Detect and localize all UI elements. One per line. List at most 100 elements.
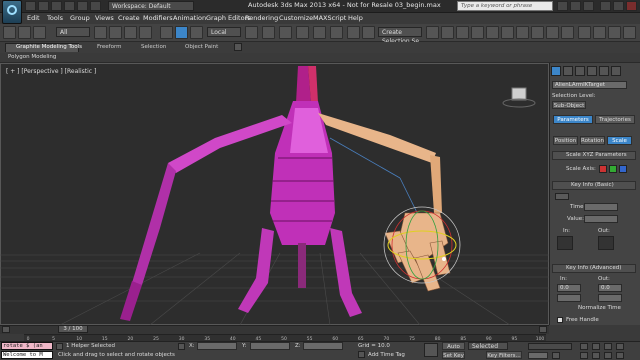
pan-icon[interactable] <box>592 352 600 359</box>
selection-filter-dropdown[interactable]: All <box>56 27 90 37</box>
object-name-field[interactable]: AlienLArmIKTarget <box>552 81 627 89</box>
time-config-icon[interactable] <box>552 352 560 359</box>
motion-panel-icon[interactable] <box>587 66 597 76</box>
manipulate-icon[interactable] <box>262 26 275 39</box>
spinner-snap-icon[interactable] <box>347 26 360 39</box>
menu-views[interactable]: Views <box>95 14 114 22</box>
in-tangent-icon[interactable] <box>557 236 573 250</box>
menu-animation[interactable]: Animation <box>173 14 206 22</box>
scale-axis-y-button[interactable] <box>609 165 617 173</box>
curve-editor-icon[interactable] <box>486 26 499 39</box>
polygon-modeling-label[interactable]: Polygon Modeling <box>8 54 56 60</box>
menu-maxscript[interactable]: MAXScript <box>313 14 346 22</box>
orbit-icon[interactable] <box>604 352 612 359</box>
reference-coordinate-dropdown[interactable]: Local <box>207 27 241 37</box>
open-file-icon[interactable] <box>38 1 49 11</box>
position-button[interactable]: Position <box>553 136 578 145</box>
graphite-toggle-icon[interactable] <box>471 26 484 39</box>
menu-help[interactable]: Help <box>348 14 363 22</box>
menu-rendering[interactable]: Rendering <box>245 14 278 22</box>
y-coord-field[interactable] <box>250 342 290 350</box>
scale-button[interactable]: Scale <box>607 136 632 145</box>
minimize-button[interactable] <box>600 1 611 11</box>
render-production-icon[interactable] <box>561 26 574 39</box>
favorites-icon[interactable] <box>583 1 594 11</box>
view-cube-icon[interactable] <box>511 87 527 101</box>
search-icon[interactable] <box>557 1 568 11</box>
time-slider-thumb[interactable]: 3 / 100 <box>58 325 88 333</box>
region-select-icon[interactable] <box>124 26 137 39</box>
project-folder-icon[interactable] <box>90 1 101 11</box>
menu-customize[interactable]: Customize <box>279 14 313 22</box>
free-handle-checkbox[interactable] <box>557 317 563 323</box>
utilities-panel-icon[interactable] <box>611 66 621 76</box>
adv-out-field-1[interactable]: 0.0 <box>598 284 622 292</box>
maximize-viewport-icon[interactable] <box>616 352 624 359</box>
scale-axis-x-button[interactable] <box>599 165 607 173</box>
rotation-button[interactable]: Rotation <box>580 136 605 145</box>
pivot-center-icon[interactable] <box>245 26 258 39</box>
undo-tool-icon[interactable] <box>3 26 16 39</box>
zoom-icon[interactable] <box>580 343 588 350</box>
create-panel-icon[interactable] <box>551 66 561 76</box>
select-move-icon[interactable] <box>160 26 173 39</box>
named-selection-dropdown[interactable]: Create Selection Se <box>378 27 422 45</box>
app-logo-icon[interactable] <box>2 0 22 24</box>
normalize-time-button[interactable]: Normalize Time <box>578 305 621 311</box>
auto-key-button[interactable]: Auto Key <box>442 342 465 358</box>
zoom-extents-icon[interactable] <box>604 343 612 350</box>
extra-tool-2-icon[interactable] <box>593 26 606 39</box>
render-setup-icon[interactable] <box>531 26 544 39</box>
percent-snap-icon[interactable] <box>330 26 343 39</box>
save-file-icon[interactable] <box>51 1 62 11</box>
maxscript-output[interactable]: Welcome to M <box>1 351 53 359</box>
playback-controls[interactable] <box>528 343 572 350</box>
maxscript-listener-input[interactable]: rotate $ (an <box>1 342 53 350</box>
adv-in-field-2[interactable] <box>557 294 581 302</box>
angle-snap-icon[interactable] <box>313 26 326 39</box>
field-of-view-icon[interactable] <box>580 352 588 359</box>
out-tangent-icon[interactable] <box>598 236 614 250</box>
help-icon[interactable] <box>570 1 581 11</box>
set-key-button[interactable]: Set Key <box>442 351 465 359</box>
align-icon[interactable] <box>441 26 454 39</box>
ribbon-options-icon[interactable] <box>234 43 242 51</box>
tab-freeform[interactable]: Freeform <box>97 43 122 52</box>
window-crossing-icon[interactable] <box>139 26 152 39</box>
zoom-all-icon[interactable] <box>592 343 600 350</box>
z-coord-field[interactable] <box>303 342 343 350</box>
schematic-view-icon[interactable] <box>501 26 514 39</box>
workspace-dropdown[interactable]: Workspace: Default <box>108 1 194 11</box>
menu-create[interactable]: Create <box>118 14 140 22</box>
snaps-toggle-icon[interactable] <box>296 26 309 39</box>
scale-axis-z-button[interactable] <box>619 165 627 173</box>
redo-tool-icon[interactable] <box>18 26 31 39</box>
adv-out-field-2[interactable] <box>598 294 622 302</box>
menu-graph-editors[interactable]: Graph Editors <box>206 14 251 22</box>
trajectories-button[interactable]: Trajectories <box>595 115 635 124</box>
x-coord-field[interactable] <box>197 342 237 350</box>
menu-group[interactable]: Group <box>70 14 90 22</box>
time-tag-icon[interactable] <box>358 351 365 358</box>
material-editor-icon[interactable] <box>516 26 529 39</box>
tab-graphite-modeling-tools[interactable]: Graphite Modeling Tools <box>16 43 82 52</box>
next-frame-icon[interactable] <box>539 326 547 333</box>
zoom-extents-all-icon[interactable] <box>616 343 624 350</box>
tab-selection[interactable]: Selection <box>141 43 166 52</box>
keyboard-shortcut-icon[interactable] <box>279 26 292 39</box>
display-panel-icon[interactable] <box>599 66 609 76</box>
select-by-name-icon[interactable] <box>109 26 122 39</box>
select-object-icon[interactable] <box>94 26 107 39</box>
set-key-icon[interactable] <box>424 343 438 357</box>
adv-in-field-1[interactable]: 0.0 <box>557 284 581 292</box>
key-selection-dropdown[interactable]: Selected <box>468 342 508 350</box>
viewport-scene[interactable] <box>0 63 549 325</box>
sub-object-button[interactable]: Sub-Object <box>552 101 586 109</box>
extra-tool-3-icon[interactable] <box>608 26 621 39</box>
link-icon[interactable] <box>33 26 46 39</box>
undo-icon[interactable] <box>64 1 75 11</box>
hierarchy-panel-icon[interactable] <box>575 66 585 76</box>
value-field[interactable] <box>584 215 618 223</box>
time-field[interactable] <box>584 203 618 211</box>
add-time-tag-button[interactable]: Add Time Tag <box>368 352 405 358</box>
